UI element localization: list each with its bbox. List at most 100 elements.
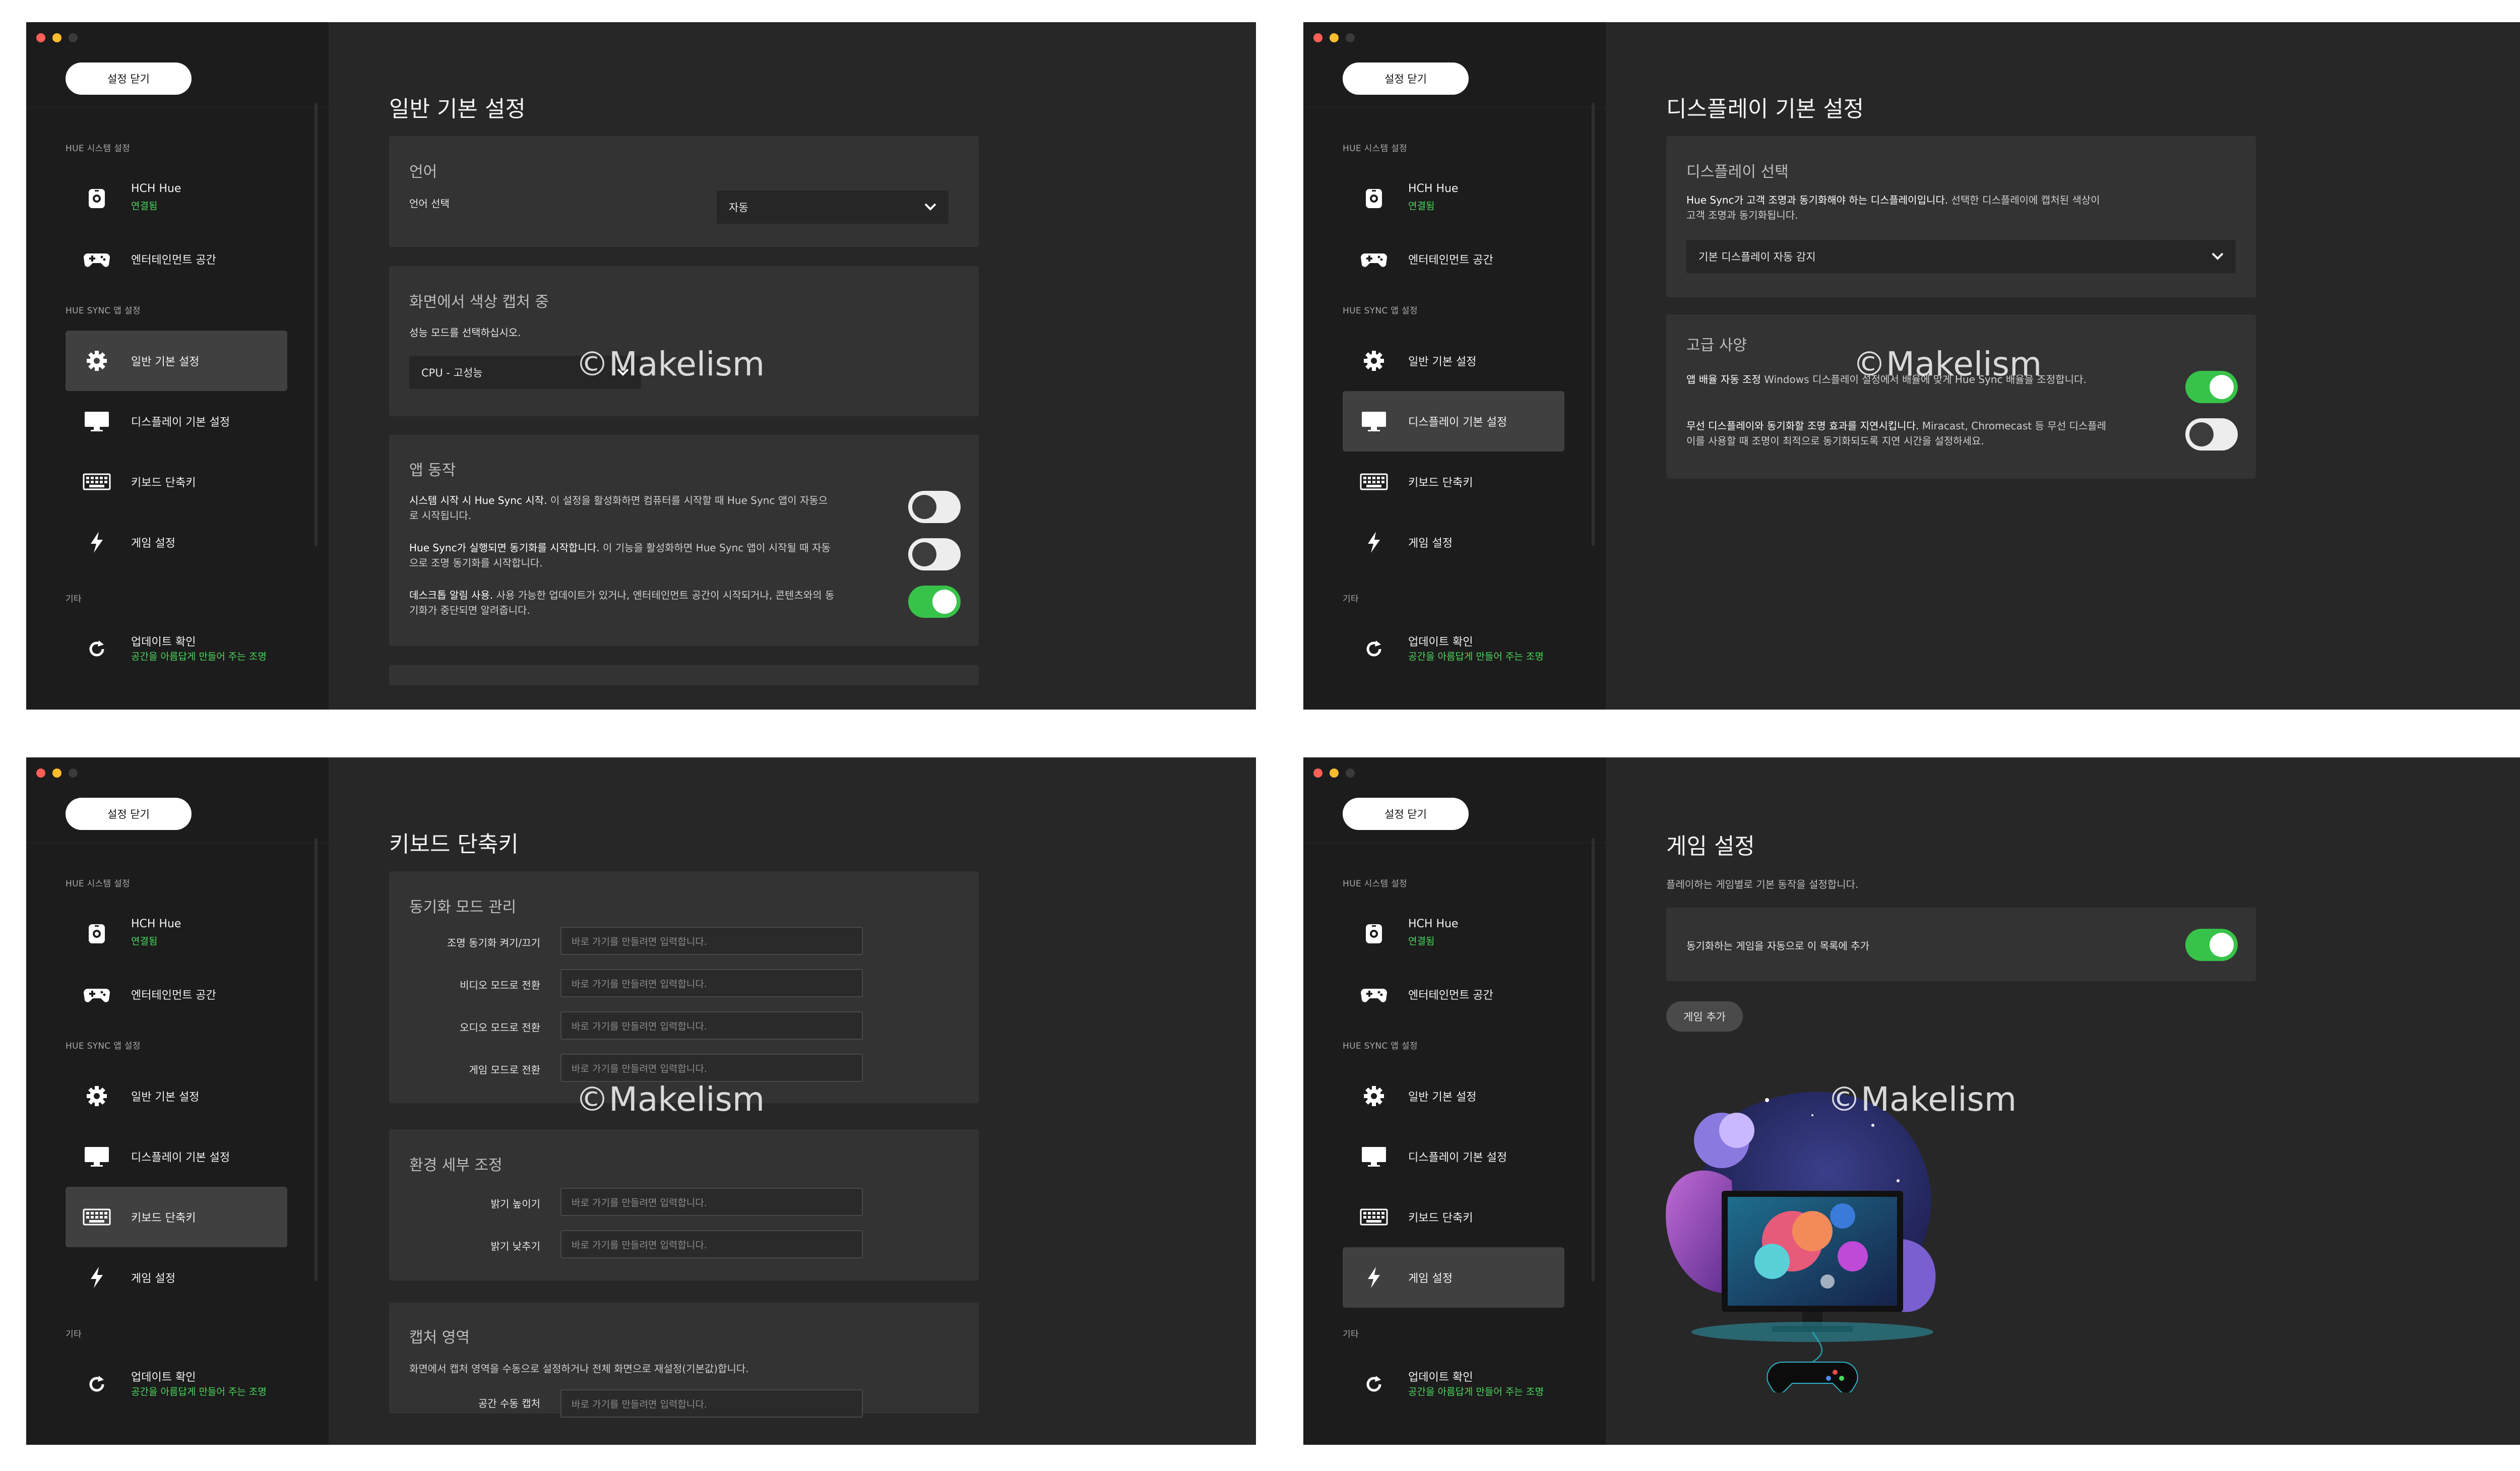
sidebar-item-label: HCH Hue: [1408, 918, 1459, 930]
sidebar: 설정 닫기 HUE 시스템 설정 HCH Hue 연결됨 엔터테인먼트 공간 H…: [26, 22, 329, 710]
start-on-boot-toggle[interactable]: [908, 491, 961, 523]
sidebar-item-general[interactable]: 일반 기본 설정: [66, 1066, 287, 1126]
monitor-icon: [83, 1146, 111, 1167]
performance-select-value: CPU - 고성능: [421, 367, 483, 379]
sidebar-item-label: HCH Hue: [131, 182, 181, 195]
sidebar-item-label: 게임 설정: [1408, 1272, 1453, 1285]
shortcut-label: 조명 동기화 켜기/끄기: [447, 937, 540, 949]
sidebar-item-entertainment[interactable]: 엔터테인먼트 공간: [1343, 964, 1564, 1025]
sidebar-divider: [1303, 842, 1606, 843]
sidebar-divider: [26, 842, 329, 843]
keyboard-icon: [83, 1207, 111, 1227]
sidebar-scrollbar[interactable]: [314, 103, 318, 546]
sidebar-item-display[interactable]: 디스플레이 기본 설정: [1343, 1126, 1564, 1187]
sync-on-start-toggle[interactable]: [908, 538, 961, 570]
setting-row-text: 데스크톱 알림 사용. 사용 가능한 업데이트가 있거나, 엔터테인먼트 공간이…: [409, 589, 835, 616]
page-title: 키보드 단축키: [389, 832, 519, 857]
sidebar-item-update[interactable]: 업데이트 확인 공간을 아름답게 만들어 주는 조명: [1343, 1354, 1564, 1415]
update-subtitle: 공간을 아름답게 만들어 주는 조명: [131, 1386, 267, 1397]
sidebar-item-update[interactable]: 업데이트 확인 공간을 아름답게 만들어 주는 조명: [1343, 619, 1564, 679]
desktop-notifications-toggle[interactable]: [908, 586, 961, 618]
minimize-window-button[interactable]: [1330, 33, 1339, 42]
sidebar-item-entertainment[interactable]: 엔터테인먼트 공간: [1343, 229, 1564, 289]
bridge-icon: [1360, 924, 1388, 944]
language-select[interactable]: 자동: [717, 190, 949, 224]
sidebar-item-game[interactable]: 게임 설정: [1343, 512, 1564, 572]
sidebar-item-general[interactable]: 일반 기본 설정: [66, 331, 287, 391]
update-subtitle: 공간을 아름답게 만들어 주는 조명: [1408, 1386, 1544, 1397]
close-settings-button[interactable]: 설정 닫기: [1343, 798, 1469, 830]
sidebar-item-entertainment[interactable]: 엔터테인먼트 공간: [66, 964, 287, 1025]
content-general: 일반 기본 설정 언어 언어 선택 자동 화면에서 색상 캡처 중 성능 모드를…: [329, 22, 1256, 710]
sidebar-item-keyboard[interactable]: 키보드 단축키: [1343, 1187, 1564, 1247]
sidebar-item-update[interactable]: 업데이트 확인 공간을 아름답게 만들어 주는 조명: [66, 619, 287, 679]
display-select[interactable]: 기본 디스플레이 자동 감지: [1686, 240, 2236, 273]
sidebar-item-label: 디스플레이 기본 설정: [1408, 416, 1507, 429]
sidebar-scrollbar[interactable]: [1592, 103, 1595, 546]
zoom-window-button[interactable]: [1346, 33, 1355, 42]
sidebar-item-label: 디스플레이 기본 설정: [1408, 1152, 1507, 1164]
sidebar-item-label: 일반 기본 설정: [1408, 356, 1477, 368]
display-select-value: 기본 디스플레이 자동 감지: [1698, 251, 1816, 263]
sidebar-item-display[interactable]: 디스플레이 기본 설정: [66, 391, 287, 452]
display-select-card: 디스플레이 선택 Hue Sync가 고객 조명과 동기화해야 하는 디스플레이…: [1666, 136, 2256, 297]
sidebar-item-general[interactable]: 일반 기본 설정: [1343, 331, 1564, 391]
auto-scale-toggle[interactable]: [2185, 371, 2238, 403]
minimize-window-button[interactable]: [52, 33, 61, 42]
sidebar-divider: [26, 107, 329, 108]
auto-add-games-toggle[interactable]: [2185, 929, 2238, 961]
content-display: 디스플레이 기본 설정 디스플레이 선택 Hue Sync가 고객 조명과 동기…: [1606, 22, 2520, 710]
zoom-window-button[interactable]: [69, 33, 78, 42]
shortcut-input-brightness-down[interactable]: 바로 가기를 만들려면 입력합니다.: [560, 1230, 863, 1258]
sidebar-item-game[interactable]: 게임 설정: [66, 512, 287, 572]
shortcut-input-sync-toggle[interactable]: 바로 가기를 만들려면 입력합니다.: [560, 927, 863, 955]
sidebar-item-keyboard[interactable]: 키보드 단축키: [1343, 452, 1564, 512]
bolt-icon: [1360, 532, 1388, 553]
sidebar-item-label: HCH Hue: [131, 918, 181, 930]
close-window-button[interactable]: [1313, 33, 1322, 42]
sidebar-scrollbar[interactable]: [1592, 838, 1595, 1282]
sidebar-item-label: 엔터테인먼트 공간: [1408, 254, 1493, 267]
sidebar-item-label: 업데이트 확인: [1408, 1371, 1473, 1384]
sidebar-item-bridge[interactable]: HCH Hue 연결됨: [1343, 904, 1564, 964]
sidebar-scrollbar[interactable]: [314, 838, 318, 1282]
add-game-button[interactable]: 게임 추가: [1666, 1001, 1743, 1032]
close-window-button[interactable]: [36, 769, 45, 778]
shortcut-input-manual-capture[interactable]: 바로 가기를 만들려면 입력합니다.: [560, 1389, 863, 1418]
minimize-window-button[interactable]: [1330, 769, 1339, 778]
page-description: 플레이하는 게임별로 기본 동작을 설정합니다.: [1666, 878, 1859, 890]
sidebar-item-bridge[interactable]: HCH Hue 연결됨: [66, 168, 287, 229]
sidebar-item-label: 업데이트 확인: [131, 1371, 196, 1384]
sidebar-item-general[interactable]: 일반 기본 설정: [1343, 1066, 1564, 1126]
sidebar-item-bridge[interactable]: HCH Hue 연결됨: [1343, 168, 1564, 229]
sidebar-item-bridge[interactable]: HCH Hue 연결됨: [66, 904, 287, 964]
card-title: 디스플레이 선택: [1686, 163, 1789, 181]
sidebar-item-entertainment[interactable]: 엔터테인먼트 공간: [66, 229, 287, 289]
shortcut-input-game-mode[interactable]: 바로 가기를 만들려면 입력합니다.: [560, 1054, 863, 1082]
shortcut-input-audio-mode[interactable]: 바로 가기를 만들려면 입력합니다.: [560, 1011, 863, 1040]
sidebar-item-keyboard[interactable]: 키보드 단축키: [66, 1187, 287, 1247]
minimize-window-button[interactable]: [52, 769, 61, 778]
capture-area-desc: 화면에서 캡처 영역을 수동으로 설정하거나 전체 화면으로 재설정(기본값)합…: [409, 1363, 749, 1375]
sidebar-item-keyboard[interactable]: 키보드 단축키: [66, 452, 287, 512]
shortcut-input-brightness-up[interactable]: 바로 가기를 만들려면 입력합니다.: [560, 1188, 863, 1216]
sidebar-item-display[interactable]: 디스플레이 기본 설정: [66, 1126, 287, 1187]
sidebar-item-game[interactable]: 게임 설정: [1343, 1247, 1564, 1308]
sidebar-item-display[interactable]: 디스플레이 기본 설정: [1343, 391, 1564, 452]
close-window-button[interactable]: [36, 33, 45, 42]
sidebar-item-game[interactable]: 게임 설정: [66, 1247, 287, 1308]
close-settings-button[interactable]: 설정 닫기: [1343, 62, 1469, 95]
close-settings-button[interactable]: 설정 닫기: [66, 798, 192, 830]
close-window-button[interactable]: [1313, 769, 1322, 778]
window-controls: [36, 769, 78, 778]
bridge-status: 연결됨: [1408, 936, 1435, 947]
close-settings-button[interactable]: 설정 닫기: [66, 62, 192, 95]
sidebar-item-update[interactable]: 업데이트 확인 공간을 아름답게 만들어 주는 조명: [66, 1354, 287, 1415]
bridge-icon: [83, 188, 111, 209]
zoom-window-button[interactable]: [69, 769, 78, 778]
wireless-delay-toggle[interactable]: [2185, 418, 2238, 451]
sync-mode-card: 동기화 모드 관리 조명 동기화 켜기/끄기 바로 가기를 만들려면 입력합니다…: [389, 871, 979, 1103]
gear-icon: [83, 351, 111, 371]
zoom-window-button[interactable]: [1346, 769, 1355, 778]
shortcut-input-video-mode[interactable]: 바로 가기를 만들려면 입력합니다.: [560, 969, 863, 997]
